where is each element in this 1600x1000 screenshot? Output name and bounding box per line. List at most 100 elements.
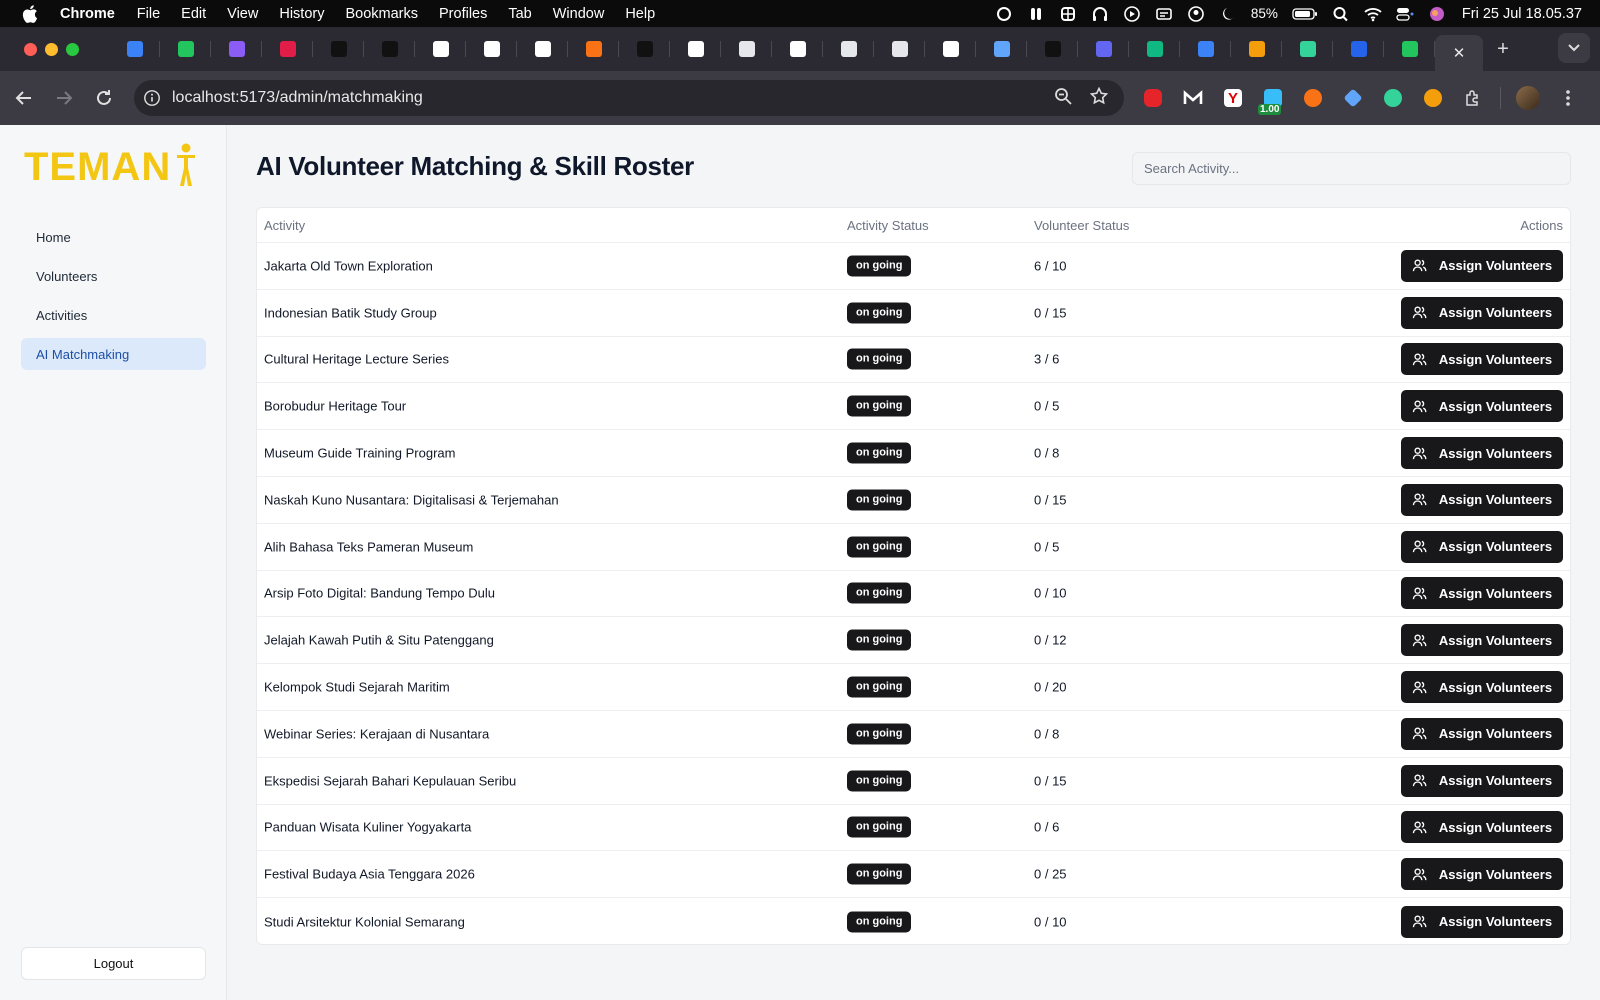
close-window-icon[interactable] <box>24 42 37 56</box>
browser-tab[interactable] <box>1384 27 1435 71</box>
menu-view[interactable]: View <box>227 6 258 22</box>
moon-icon[interactable] <box>1219 6 1237 22</box>
browser-tab[interactable] <box>670 27 721 71</box>
more-menu-icon[interactable] <box>1555 85 1581 111</box>
zoom-icon[interactable] <box>1054 87 1072 110</box>
sidebar-item-ai-matchmaking[interactable]: AI Matchmaking <box>21 338 206 370</box>
close-tab-icon[interactable]: ✕ <box>1453 44 1466 62</box>
creative-cloud-icon[interactable] <box>995 6 1013 22</box>
puzzle-extensions-icon[interactable] <box>1460 85 1486 111</box>
browser-tab[interactable] <box>466 27 517 71</box>
browser-tab[interactable] <box>262 27 313 71</box>
assign-volunteers-button[interactable]: Assign Volunteers <box>1401 390 1563 423</box>
assign-volunteers-button[interactable]: Assign Volunteers <box>1401 905 1563 938</box>
browser-tab[interactable] <box>772 27 823 71</box>
url-text[interactable]: localhost:5173/admin/matchmaking <box>172 89 423 107</box>
assign-volunteers-button[interactable]: Assign Volunteers <box>1401 249 1563 282</box>
browser-tab[interactable] <box>976 27 1027 71</box>
tab-active[interactable]: ✕ <box>1435 35 1483 71</box>
site-info-icon[interactable] <box>142 88 162 108</box>
headphones-icon[interactable] <box>1091 6 1109 22</box>
menu-edit[interactable]: Edit <box>181 6 206 22</box>
logout-button[interactable]: Logout <box>21 947 206 980</box>
menu-history[interactable]: History <box>279 6 324 22</box>
grid-app-icon[interactable] <box>1059 6 1077 22</box>
address-bar[interactable]: localhost:5173/admin/matchmaking <box>134 80 1124 116</box>
eye-extension-icon[interactable] <box>1380 85 1406 111</box>
browser-tab[interactable] <box>364 27 415 71</box>
m-extension-icon[interactable] <box>1180 85 1206 111</box>
forward-button[interactable] <box>44 78 84 118</box>
logo[interactable]: TEMAN <box>24 143 199 187</box>
back-button[interactable] <box>4 78 44 118</box>
window-icon[interactable] <box>1155 6 1173 22</box>
tab-search-button[interactable] <box>1558 33 1590 63</box>
fox-extension-icon[interactable] <box>1300 85 1326 111</box>
minimize-window-icon[interactable] <box>45 42 58 56</box>
browser-tab[interactable] <box>160 27 211 71</box>
siri-icon[interactable] <box>1428 6 1446 22</box>
browser-tab[interactable] <box>1027 27 1078 71</box>
browser-tab[interactable] <box>1231 27 1282 71</box>
browser-tab[interactable] <box>1180 27 1231 71</box>
assign-volunteers-button[interactable]: Assign Volunteers <box>1401 624 1563 657</box>
spotlight-search-icon[interactable] <box>1332 6 1350 22</box>
browser-tab[interactable] <box>109 27 160 71</box>
bookmark-star-icon[interactable] <box>1089 86 1109 110</box>
browser-tab[interactable] <box>211 27 262 71</box>
sidebar-item-activities[interactable]: Activities <box>21 299 206 331</box>
menu-bookmarks[interactable]: Bookmarks <box>345 6 418 22</box>
wifi-icon[interactable] <box>1364 6 1382 22</box>
browser-tab[interactable] <box>823 27 874 71</box>
assign-volunteers-button[interactable]: Assign Volunteers <box>1401 671 1563 704</box>
user-circle-icon[interactable] <box>1187 5 1205 22</box>
adblock-extension-icon[interactable] <box>1140 85 1166 111</box>
browser-tab[interactable] <box>1282 27 1333 71</box>
menu-file[interactable]: File <box>137 6 160 22</box>
y-extension-icon[interactable]: Y <box>1220 85 1246 111</box>
profile-avatar[interactable] <box>1515 85 1541 111</box>
column-header-activity-status[interactable]: Activity Status <box>847 218 929 233</box>
browser-tab[interactable] <box>517 27 568 71</box>
keys-icon[interactable] <box>1027 6 1045 22</box>
browser-tab[interactable] <box>313 27 364 71</box>
zoom-window-icon[interactable] <box>66 42 79 56</box>
browser-tab[interactable] <box>1129 27 1180 71</box>
moon-extension-icon[interactable] <box>1420 85 1446 111</box>
assign-volunteers-button[interactable]: Assign Volunteers <box>1401 811 1563 844</box>
sidebar-item-volunteers[interactable]: Volunteers <box>21 260 206 292</box>
assign-volunteers-button[interactable]: Assign Volunteers <box>1401 530 1563 563</box>
assign-volunteers-button[interactable]: Assign Volunteers <box>1401 296 1563 329</box>
browser-tab[interactable] <box>568 27 619 71</box>
new-tab-button[interactable]: + <box>1483 27 1523 71</box>
assign-volunteers-button[interactable]: Assign Volunteers <box>1401 343 1563 376</box>
assign-volunteers-button[interactable]: Assign Volunteers <box>1401 858 1563 891</box>
assign-volunteers-button[interactable]: Assign Volunteers <box>1401 764 1563 797</box>
apple-icon[interactable] <box>22 4 38 23</box>
menu-tab[interactable]: Tab <box>508 6 531 22</box>
browser-tab[interactable] <box>415 27 466 71</box>
control-center-icon[interactable] <box>1396 6 1414 22</box>
browser-tab[interactable] <box>1078 27 1129 71</box>
menu-app-name[interactable]: Chrome <box>60 6 115 22</box>
column-header-volunteer-status[interactable]: Volunteer Status <box>1034 218 1129 233</box>
reload-button[interactable] <box>84 78 124 118</box>
browser-tab[interactable] <box>619 27 670 71</box>
column-header-activity[interactable]: Activity <box>264 218 305 233</box>
speed-extension-icon[interactable]: 1.00 <box>1258 85 1286 115</box>
assign-volunteers-button[interactable]: Assign Volunteers <box>1401 577 1563 610</box>
menu-help[interactable]: Help <box>625 6 655 22</box>
play-circle-icon[interactable] <box>1123 5 1141 22</box>
browser-tab[interactable] <box>874 27 925 71</box>
assign-volunteers-button[interactable]: Assign Volunteers <box>1401 437 1563 470</box>
battery-icon[interactable] <box>1292 6 1318 22</box>
browser-tab[interactable] <box>1333 27 1384 71</box>
browser-tab[interactable] <box>925 27 976 71</box>
assign-volunteers-button[interactable]: Assign Volunteers <box>1401 483 1563 516</box>
diamond-extension-icon[interactable] <box>1340 85 1366 111</box>
search-activity-input[interactable] <box>1132 152 1571 185</box>
browser-tab[interactable] <box>721 27 772 71</box>
menu-profiles[interactable]: Profiles <box>439 6 487 22</box>
assign-volunteers-button[interactable]: Assign Volunteers <box>1401 717 1563 750</box>
clock[interactable]: Fri 25 Jul 18.05.37 <box>1462 6 1582 22</box>
